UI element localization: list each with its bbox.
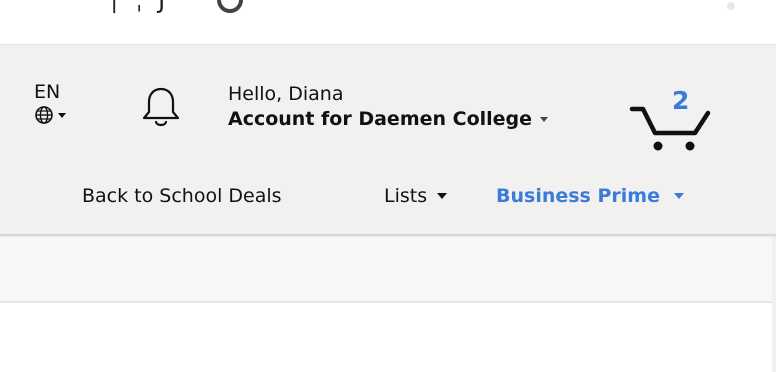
cart-count-badge: 2: [672, 86, 690, 115]
cropped-icon: [217, 0, 243, 13]
scrollbar-track[interactable]: [772, 237, 776, 372]
chevron-down-icon: [58, 112, 66, 118]
nav-business-prime-label: Business Prime: [496, 185, 660, 207]
sub-toolbar: [0, 237, 776, 301]
notifications-button[interactable]: [134, 81, 188, 135]
language-code: EN: [34, 81, 61, 103]
cart-button[interactable]: 2: [628, 87, 718, 153]
chevron-down-icon: [437, 193, 448, 199]
cropped-dot: [727, 2, 735, 10]
top-strip: ' ∣ ˌ J: [0, 0, 776, 44]
language-selector[interactable]: EN: [34, 81, 104, 125]
account-menu[interactable]: Hello, Diana Account for Daemen College: [228, 83, 628, 131]
chevron-down-icon: [540, 116, 549, 122]
nav-back-to-school-label: Back to School Deals: [82, 185, 282, 207]
nav-back-to-school-deals[interactable]: Back to School Deals: [82, 183, 282, 209]
nav-lists-label: Lists: [384, 185, 428, 207]
chevron-down-icon: [673, 193, 684, 199]
content-area: [0, 303, 776, 372]
nav-lists[interactable]: Lists: [384, 183, 448, 209]
account-name: Account for Daemen College: [228, 108, 533, 130]
nav-bar: Back to School Deals Lists Business Prim…: [0, 183, 776, 213]
nav-business-prime[interactable]: Business Prime: [496, 183, 684, 209]
header: EN Hello, Diana Account for Daemen Colle…: [0, 44, 776, 234]
globe-icon: [35, 106, 53, 124]
cropped-text: ' ∣ ˌ J: [86, 0, 170, 14]
bell-icon: [142, 87, 180, 127]
account-greeting: Hello, Diana: [228, 83, 344, 105]
